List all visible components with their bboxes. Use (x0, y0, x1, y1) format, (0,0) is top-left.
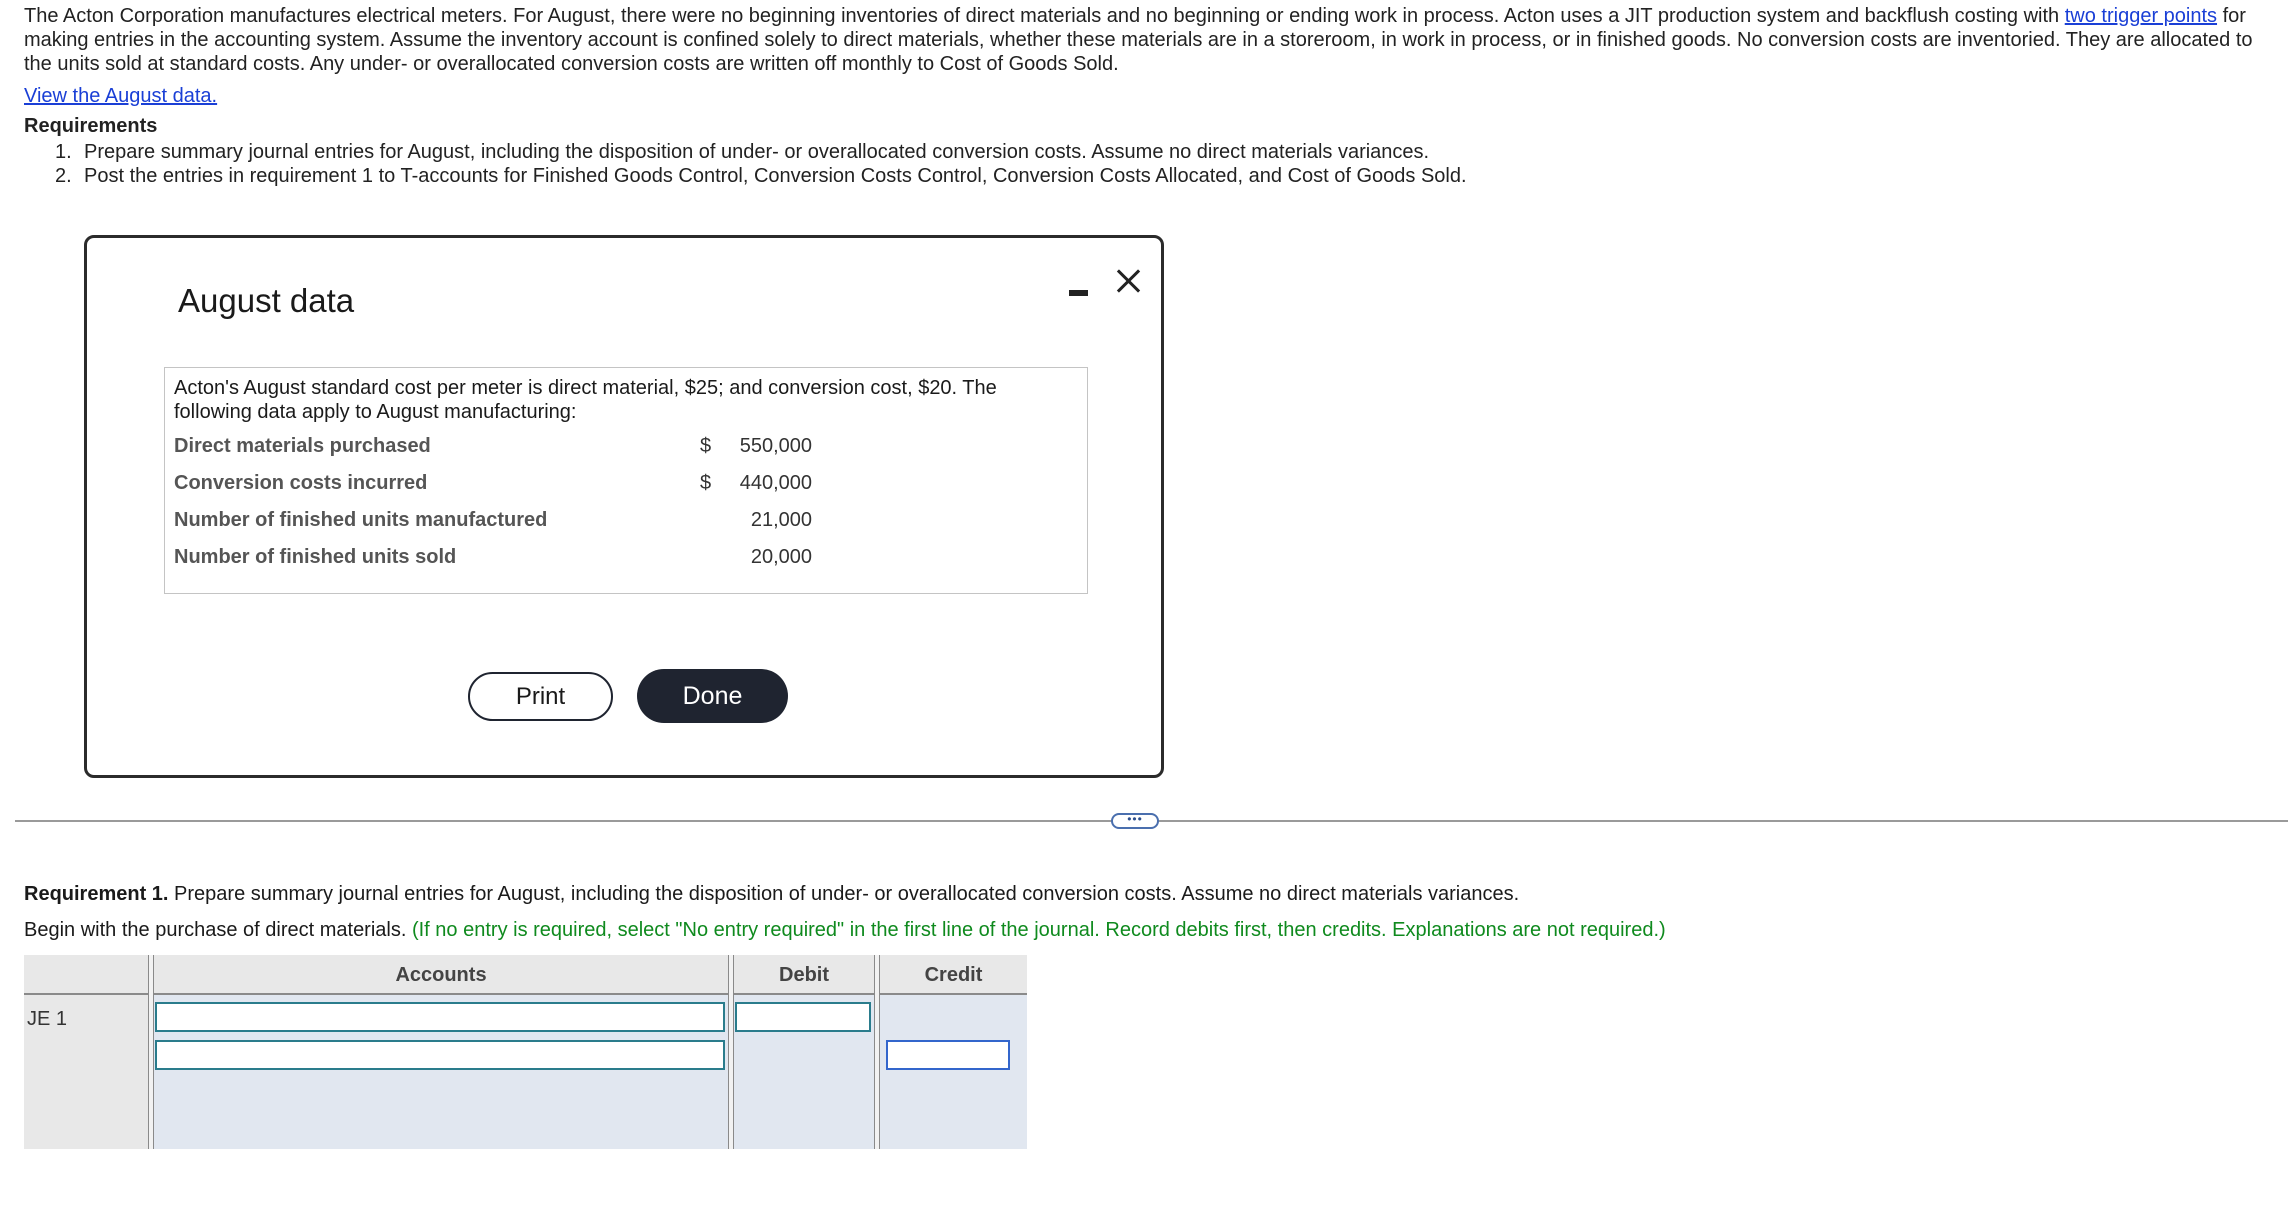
requirement-item-2: 2. Post the entries in requirement 1 to T… (55, 164, 1467, 188)
close-icon[interactable] (1113, 262, 1143, 298)
data-value: 20,000 (750, 546, 812, 568)
journal-entry-table: Accounts Debit Credit JE 1 (24, 955, 1027, 1149)
data-row: Direct materials purchased $ 550,000 (174, 435, 1074, 461)
header-divider (154, 993, 728, 995)
data-row: Number of finished units sold 20,000 (174, 546, 1074, 572)
requirement-1-text: Prepare summary journal entries for Augu… (168, 883, 1520, 905)
minimize-icon[interactable] (1067, 275, 1091, 299)
requirement-number: 2. (55, 165, 72, 187)
requirement-text: Prepare summary journal entries for Augu… (84, 141, 1430, 163)
accounts-header: Accounts (395, 964, 487, 986)
data-value: 21,000 (750, 509, 812, 531)
data-label: Number of finished units sold (174, 546, 457, 568)
requirements-list: 1. Prepare summary journal entries for Au… (55, 140, 1467, 188)
data-value: 550,000 (739, 435, 812, 457)
august-data-dialog: August data Acton's August standard cost… (84, 235, 1164, 778)
intro-text-1: The Acton Corporation manufactures elect… (24, 5, 2065, 27)
page: The Acton Corporation manufactures elect… (0, 0, 2288, 1224)
credit-column (880, 995, 1027, 1149)
requirement-number: 1. (55, 141, 72, 163)
account-input-row-2[interactable] (155, 1040, 725, 1070)
print-button[interactable]: Print (468, 672, 613, 721)
data-label: Conversion costs incurred (174, 472, 428, 494)
instruction-line: Begin with the purchase of direct materi… (24, 919, 1666, 942)
debit-header: Debit (779, 964, 829, 986)
requirements-heading: Requirements (24, 115, 158, 137)
instruction-text: Begin with the purchase of direct materi… (24, 919, 412, 941)
problem-intro: The Acton Corporation manufactures elect… (24, 4, 2264, 76)
currency-symbol: $ (700, 472, 712, 494)
account-input-row-1[interactable] (155, 1002, 725, 1032)
data-row: Number of finished units manufactured 21… (174, 509, 1074, 535)
currency-symbol: $ (700, 435, 712, 457)
requirement-1-label: Requirement 1. (24, 883, 169, 905)
requirement-text: Post the entries in requirement 1 to T-a… (84, 165, 1467, 187)
header-divider (24, 993, 148, 995)
debit-input-row-1[interactable] (735, 1002, 871, 1032)
instruction-hint: (If no entry is required, select "No ent… (411, 919, 1666, 941)
data-intro-text: Acton's August standard cost per meter i… (174, 377, 997, 423)
data-label: Number of finished units manufactured (174, 509, 548, 531)
view-august-data-link[interactable]: View the August data. (24, 85, 217, 108)
data-panel: Acton's August standard cost per meter i… (164, 367, 1088, 594)
two-trigger-points-link[interactable]: two trigger points (2065, 5, 2217, 27)
data-row: Conversion costs incurred $ 440,000 (174, 472, 1074, 498)
dialog-title: August data (178, 282, 355, 319)
requirement-item-1: 1. Prepare summary journal entries for Au… (55, 140, 1467, 164)
header-divider (880, 993, 1027, 995)
data-value: 440,000 (739, 472, 812, 494)
expand-handle[interactable]: ••• (1111, 813, 1159, 829)
done-button[interactable]: Done (637, 669, 788, 723)
header-divider (734, 993, 874, 995)
journal-entry-label: JE 1 (27, 1008, 68, 1030)
credit-input-row-2[interactable] (886, 1040, 1010, 1070)
entry-column (24, 955, 148, 1149)
credit-header: Credit (924, 964, 983, 986)
data-label: Direct materials purchased (174, 435, 431, 457)
requirement-1-prompt: Requirement 1. Prepare summary journal e… (24, 883, 1519, 906)
